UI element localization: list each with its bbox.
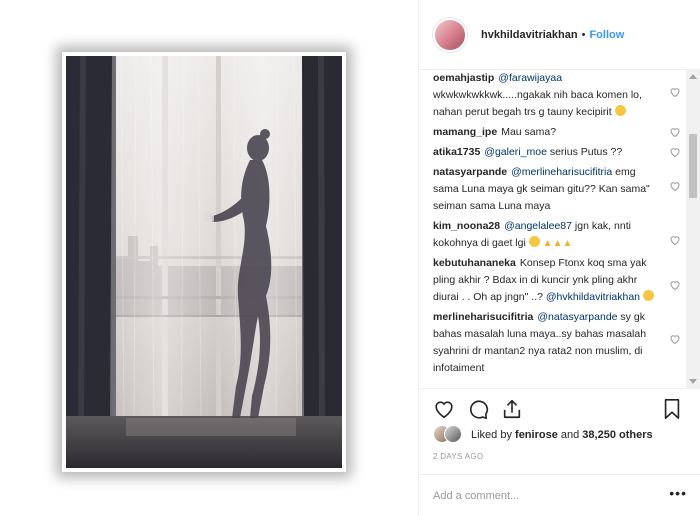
post-photo-image: [66, 56, 342, 468]
share-upload-icon[interactable]: [501, 398, 523, 420]
comment-item: merlineharisucifitria @natasyarpande sy g…: [433, 309, 685, 377]
comment-like-heart-icon[interactable]: [669, 126, 681, 138]
speech-bubble-icon[interactable]: [467, 398, 489, 420]
post-date[interactable]: 2 DAYS AGO: [433, 452, 483, 461]
comment-like-heart-icon[interactable]: [669, 279, 681, 291]
likes-middle: and: [557, 429, 583, 441]
scroll-down-arrow-icon[interactable]: [689, 379, 697, 384]
comment-mention[interactable]: @hvkhildavitriakhan: [546, 291, 640, 303]
comment-item: oemahjastip @farawijayaa wkwkwkwkkwk.....…: [433, 70, 685, 121]
praying-hands-icon: ▲▲▲: [542, 238, 573, 249]
comment-item: kim_noona28 @angelalee87 jgn kak, nnti ko…: [433, 218, 685, 252]
comment-username[interactable]: natasyarpande: [433, 166, 507, 178]
comment-text: serius Putus ??: [546, 146, 623, 158]
ellipsis-icon[interactable]: •••: [669, 485, 687, 501]
comment-mention[interactable]: @farawijayaa: [498, 72, 562, 84]
comment-item: kebutuhananeka Konsep Ftonx koq sma yak p…: [433, 255, 685, 306]
scrollbar-thumb[interactable]: [689, 134, 697, 198]
comment-like-heart-icon[interactable]: [669, 146, 681, 158]
comment-username[interactable]: atika1735: [433, 146, 480, 158]
comment-text: Mau sama?: [501, 126, 557, 138]
likes-count[interactable]: 38,250 others: [582, 429, 652, 441]
post-photo-frame: [62, 52, 346, 472]
comment-mention[interactable]: @galeri_moe: [484, 146, 547, 158]
liker-avatar[interactable]: [444, 425, 462, 443]
likes-first-user[interactable]: fenirose: [515, 429, 558, 441]
comment-like-heart-icon[interactable]: [669, 180, 681, 192]
comment-text: wkwkwkwkkwk.....ngakak nih baca komen lo…: [433, 89, 642, 118]
comment-item: natasyarpande @merlineharisucifitria emg …: [433, 164, 685, 215]
comment-username[interactable]: merlineharisucifitria: [433, 311, 533, 323]
comment-like-heart-icon[interactable]: [669, 333, 681, 345]
grinning-emoji-icon: [528, 236, 540, 247]
comment-username[interactable]: kim_noona28: [433, 220, 500, 232]
add-comment-input[interactable]: [433, 489, 670, 502]
likes-text: Liked by fenirose and 38,250 others: [471, 429, 653, 441]
post-actions: [419, 388, 700, 428]
add-comment-bar: •••: [419, 474, 700, 516]
comment-username[interactable]: oemahjastip: [433, 72, 494, 84]
comment-mention[interactable]: @angelalee87: [504, 220, 572, 232]
scroll-up-arrow-icon[interactable]: [689, 74, 697, 79]
follow-button[interactable]: Follow: [589, 29, 624, 41]
comment-mention[interactable]: @natasyarpande: [537, 311, 617, 323]
bookmark-icon[interactable]: [661, 398, 683, 420]
comment-username[interactable]: kebutuhananeka: [433, 257, 516, 269]
post-photo[interactable]: [66, 56, 342, 468]
comments-list[interactable]: oemahjastip @farawijayaa wkwkwkwkkwk.....…: [419, 70, 685, 388]
heart-outline-icon[interactable]: [433, 398, 455, 420]
comments-scrollbar[interactable]: [686, 70, 700, 388]
post-header: hvkhildavitriakhan • Follow: [419, 0, 700, 70]
comment-like-heart-icon[interactable]: [669, 234, 681, 246]
likes-summary: Liked by fenirose and 38,250 others: [433, 424, 653, 446]
post-side-panel: hvkhildavitriakhan • Follow oemahjastip @…: [418, 0, 700, 516]
photo-pane: [0, 0, 418, 516]
comment-item: mamang_ipe Mau sama?: [433, 124, 685, 141]
author-avatar[interactable]: [433, 17, 467, 52]
likes-prefix: Liked by: [471, 429, 516, 441]
comment-like-heart-icon[interactable]: [669, 86, 681, 98]
author-username[interactable]: hvkhildavitriakhan: [481, 29, 578, 41]
comment-item: atika1735 @galeri_moe serius Putus ??: [433, 144, 685, 161]
smirk-emoji-icon: [642, 290, 654, 301]
comment-mention[interactable]: @merlineharisucifitria: [511, 166, 612, 178]
laughing-emoji-icon: [614, 105, 626, 116]
comment-username[interactable]: mamang_ipe: [433, 126, 497, 138]
header-separator: •: [581, 28, 586, 41]
liker-avatars[interactable]: [433, 425, 465, 445]
